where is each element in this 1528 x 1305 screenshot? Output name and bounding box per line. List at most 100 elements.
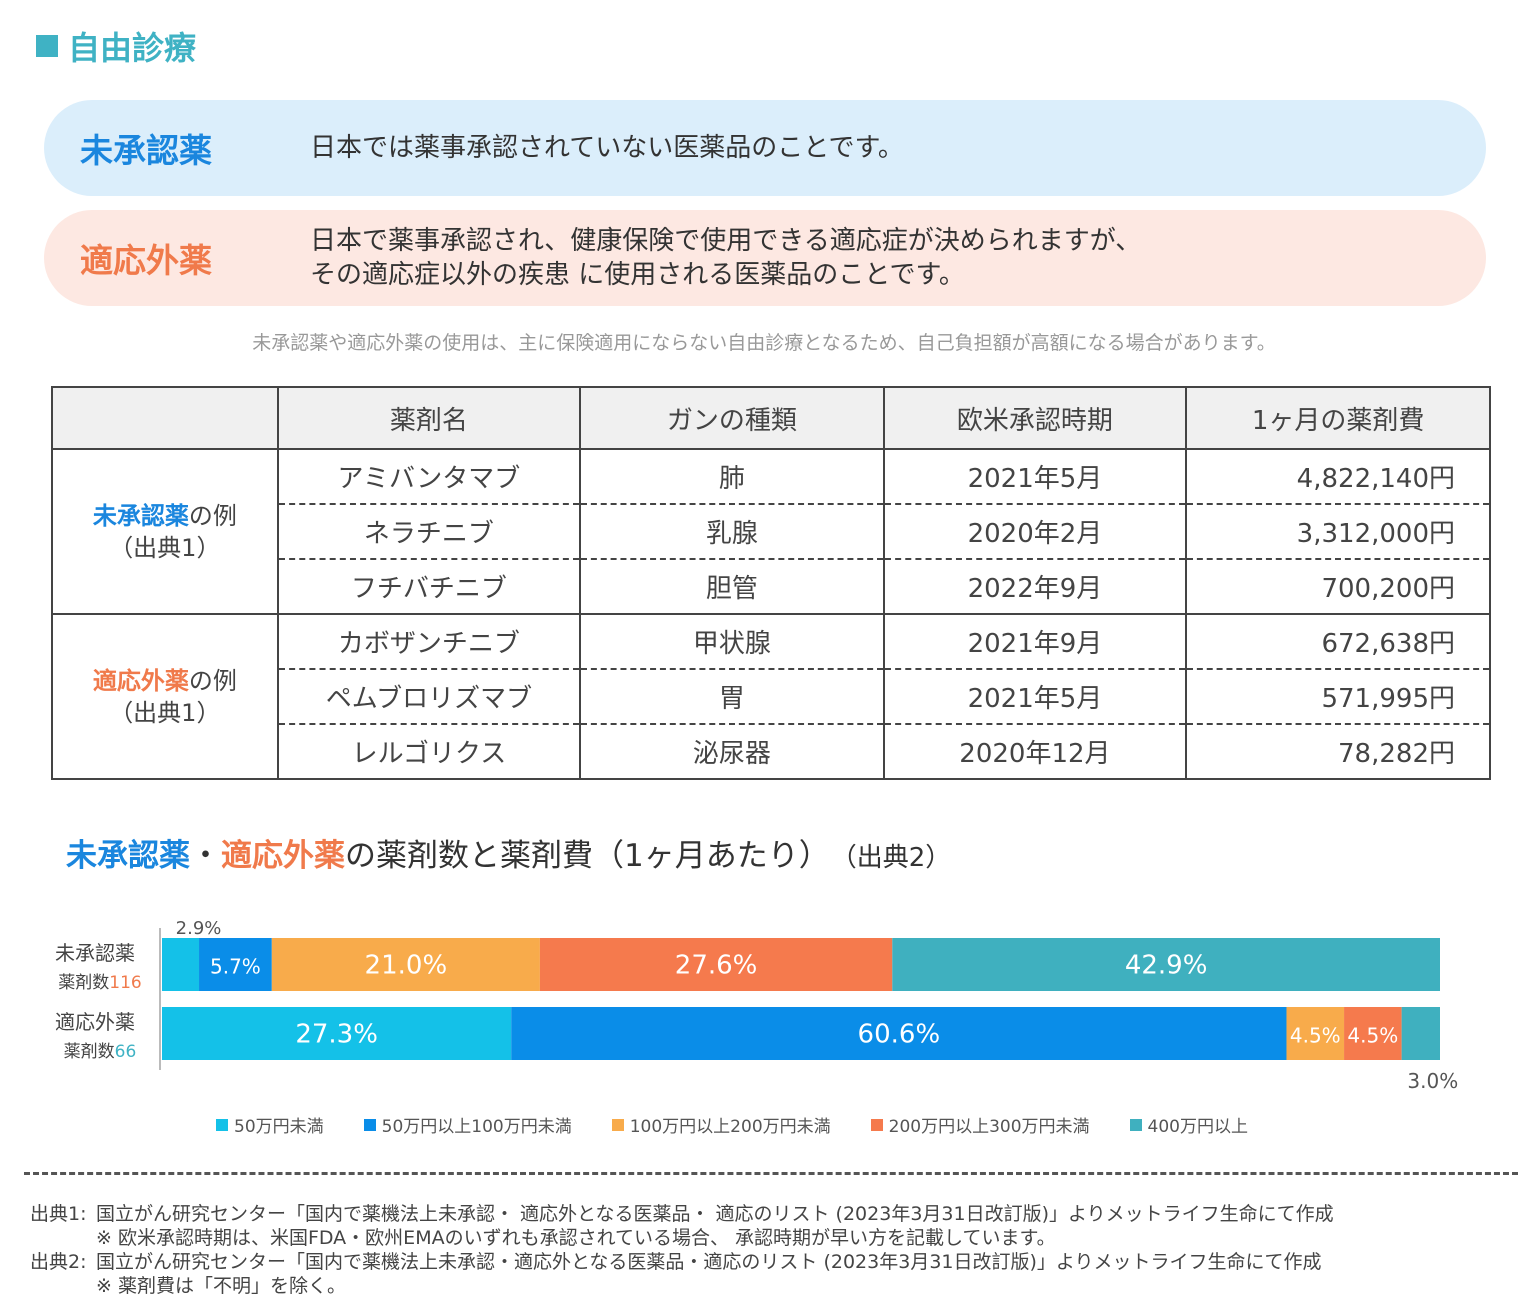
monthly-cost-cell: 3,312,000円 <box>1185 504 1491 560</box>
square-bullet-icon <box>36 35 58 57</box>
table-header-cell: 薬剤名 <box>276 386 582 450</box>
data-label: 5.7% <box>210 955 261 979</box>
section-title: 自由診療 <box>36 24 196 68</box>
chart-title-unapproved: 未承認薬 <box>66 838 190 874</box>
section-title-text: 自由診療 <box>68 29 197 67</box>
stacked-bar-chart: 未承認薬薬剤数116 2.9% 5.7% 21.0% 27.6% 42.9% 適応外薬薬剤数… <box>55 918 1458 1093</box>
cancer-type-cell: 肺 <box>579 449 885 505</box>
bar-segment <box>162 938 200 991</box>
definition-term: 未承認薬 <box>80 131 212 170</box>
legend-item: 400万円以上 <box>1129 1112 1248 1137</box>
legend-label: 400万円以上 <box>1147 1117 1248 1137</box>
monthly-cost-cell: 78,282円 <box>1185 724 1491 780</box>
approval-date-cell: 2021年9月 <box>882 614 1188 670</box>
source-note: ※ 欧米承認時期は、米国FDA・欧州EMAのいずれも承認されている場合、 承認時… <box>96 1227 1056 1249</box>
source-text: 国立がん研究センター「国内で薬機法上未承認・適応外となる医薬品・適応のリスト (… <box>96 1251 1322 1273</box>
source-label: 出典1: <box>30 1203 87 1225</box>
category-count-label: 薬剤数116 <box>58 973 141 993</box>
legend-swatch <box>363 1118 376 1131</box>
table-row: 未承認薬の例 （出典1） アミバンタマブ 肺 2021年5月 4,822,140… <box>51 449 1491 615</box>
legend-swatch <box>611 1118 624 1131</box>
sources: 出典1: 国立がん研究センター「国内で薬機法上未承認・ 適応外となる医薬品・ 適… <box>30 1202 1334 1298</box>
chart-title: 未承認薬・適応外薬の薬剤数と薬剤費（1ヶ月あたり） （出典2） <box>66 830 951 875</box>
data-label: 4.5% <box>1347 1024 1398 1048</box>
legend-swatch <box>870 1118 883 1131</box>
group-label-term: 未承認薬 <box>92 501 189 530</box>
cancer-type-cell: 甲状腺 <box>579 614 885 670</box>
category-label: 適応外薬 <box>55 1010 135 1034</box>
group-label-suffix: の例 <box>188 501 237 530</box>
monthly-cost-cell: 700,200円 <box>1185 559 1491 615</box>
drug-name-cell: カボザンチニブ <box>276 614 582 670</box>
category-count-label: 薬剤数66 <box>64 1042 137 1062</box>
category-label: 未承認薬 <box>55 941 135 965</box>
drug-name-cell: レルゴリクス <box>276 724 582 780</box>
legend-swatch <box>216 1118 228 1131</box>
data-label: 60.6% <box>858 1020 941 1050</box>
group-label-unapproved: 未承認薬の例 （出典1） <box>51 449 279 615</box>
drug-name-cell: ネラチニブ <box>276 504 582 560</box>
data-label: 42.9% <box>1125 951 1208 981</box>
chart-title-source: （出典2） <box>843 843 952 873</box>
dashed-divider <box>24 1172 1518 1175</box>
approval-date-cell: 2022年9月 <box>882 559 1188 615</box>
data-label: 3.0% <box>1407 1069 1458 1093</box>
definition-term: 適応外薬 <box>80 241 212 280</box>
cancer-type-cell: 胃 <box>579 669 885 725</box>
table-header-empty <box>51 386 279 450</box>
table-header-cell: 1ヶ月の薬剤費 <box>1185 386 1491 450</box>
table-row: 適応外薬の例 （出典1） カボザンチニブ 甲状腺 2021年9月 672,638… <box>51 614 1491 780</box>
cancer-type-cell: 乳腺 <box>579 504 885 560</box>
group-label-term: 適応外薬 <box>92 666 189 695</box>
table-header-row: 薬剤名 ガンの種類 欧米承認時期 1ヶ月の薬剤費 <box>51 386 1491 450</box>
source-2: 出典2: 国立がん研究センター「国内で薬機法上未承認・適応外となる医薬品・適応の… <box>30 1250 1334 1274</box>
definition-description-line: 日本では薬事承認されていない医薬品のことです。 <box>310 133 904 163</box>
drug-name-cell: ペムブロリズマブ <box>276 669 582 725</box>
monthly-cost-cell: 571,995円 <box>1185 669 1491 725</box>
source-1: 出典1: 国立がん研究センター「国内で薬機法上未承認・ 適応外となる医薬品・ 適… <box>30 1202 1334 1226</box>
legend-item: 200万円以上300万円未満 <box>870 1112 1090 1137</box>
approval-date-cell: 2020年12月 <box>882 724 1188 780</box>
group-label-source: （出典1） <box>109 533 221 562</box>
group-label-source: （出典1） <box>109 698 221 727</box>
definition-description: 日本で薬事承認され、健康保険で使用できる適応症が決められますが、 その適応症以外… <box>310 224 1141 292</box>
legend-swatch <box>1129 1118 1142 1131</box>
monthly-cost-cell: 672,638円 <box>1185 614 1491 670</box>
source-label: 出典2: <box>30 1251 87 1273</box>
group-label-offlabel: 適応外薬の例 （出典1） <box>51 614 279 780</box>
drug-name-cell: アミバンタマブ <box>276 449 582 505</box>
chart-title-offlabel: 適応外薬 <box>221 838 345 874</box>
definition-offlabel: 適応外薬 日本で薬事承認され、健康保険で使用できる適応症が決められますが、 その… <box>44 210 1486 306</box>
chart-title-rest: の薬剤数と薬剤費（1ヶ月あたり） <box>345 838 830 874</box>
data-label: 27.6% <box>675 951 758 981</box>
source-text: 国立がん研究センター「国内で薬機法上未承認・ 適応外となる医薬品・ 適応のリスト… <box>96 1203 1334 1225</box>
legend-label: 50万円未満 <box>234 1117 324 1137</box>
table-header-cell: 欧米承認時期 <box>882 386 1188 450</box>
definition-description: 日本では薬事承認されていない医薬品のことです。 <box>310 131 904 165</box>
definition-unapproved: 未承認薬 日本では薬事承認されていない医薬品のことです。 <box>44 100 1486 196</box>
legend-label: 50万円以上100万円未満 <box>381 1117 572 1137</box>
legend-item: 50万円未満 <box>216 1112 324 1137</box>
legend-label: 200万円以上300万円未満 <box>888 1117 1090 1137</box>
approval-date-cell: 2020年2月 <box>882 504 1188 560</box>
chart-legend: 50万円未満 50万円以上100万円未満 100万円以上200万円未満 200万… <box>216 1112 1248 1137</box>
legend-item: 100万円以上200万円未満 <box>611 1112 831 1137</box>
approval-date-cell: 2021年5月 <box>882 449 1188 505</box>
cancer-type-cell: 胆管 <box>579 559 885 615</box>
group-label-suffix: の例 <box>188 666 237 695</box>
drug-name-cell: フチバチニブ <box>276 559 582 615</box>
bar-segment <box>1401 1007 1440 1060</box>
chart-title-separator: ・ <box>190 838 221 874</box>
data-label: 27.3% <box>295 1020 378 1050</box>
source-note: ※ 薬剤費は「不明」を除く。 <box>96 1275 346 1297</box>
drug-cost-table: 薬剤名 ガンの種類 欧米承認時期 1ヶ月の薬剤費 未承認薬の例 （出典1） アミ… <box>51 386 1491 780</box>
legend-label: 100万円以上200万円未満 <box>629 1117 831 1137</box>
definition-description-line: その適応症以外の疾患 に使用される医薬品のことです。 <box>310 260 965 290</box>
monthly-cost-cell: 4,822,140円 <box>1185 449 1491 505</box>
free-treatment-note: 未承認薬や適応外薬の使用は、主に保険適用にならない自由診療となるため、自己負担額… <box>252 332 1276 354</box>
table-header-cell: ガンの種類 <box>579 386 885 450</box>
legend-item: 50万円以上100万円未満 <box>363 1112 572 1137</box>
approval-date-cell: 2021年5月 <box>882 669 1188 725</box>
definition-description-line: 日本で薬事承認され、健康保険で使用できる適応症が決められますが、 <box>310 226 1142 256</box>
data-label: 2.9% <box>176 918 222 939</box>
